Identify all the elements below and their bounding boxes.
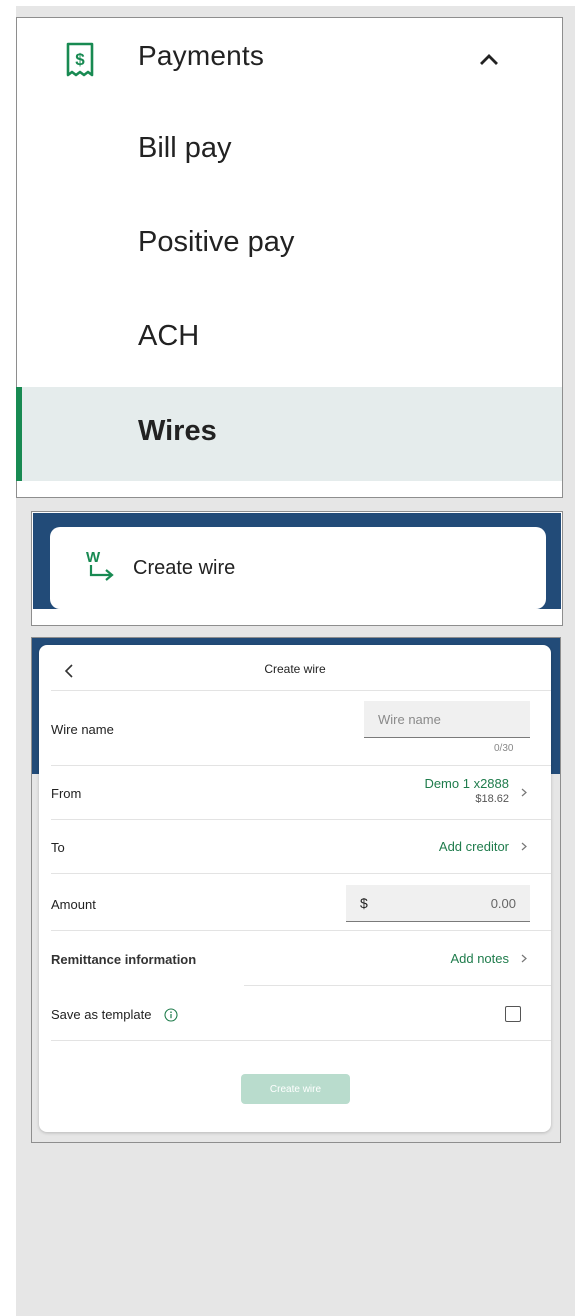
- save-template-label: Save as template: [51, 1007, 152, 1022]
- wire-name-input[interactable]: [364, 701, 530, 738]
- create-wire-form-panel: Create wire Wire name 0/30 From Demo 1 x…: [31, 637, 561, 1143]
- form-title: Create wire: [264, 662, 326, 676]
- wire-name-label: Wire name: [51, 722, 114, 737]
- create-wire-button[interactable]: Create wire: [241, 1074, 350, 1104]
- receipt-dollar-icon: $: [66, 42, 94, 77]
- from-label: From: [51, 786, 82, 801]
- add-creditor-text: Add creditor: [438, 839, 509, 854]
- amount-input[interactable]: $ 0.00: [346, 885, 530, 922]
- info-icon[interactable]: [164, 1008, 178, 1022]
- divider: [244, 985, 551, 986]
- chevron-right-icon: [521, 954, 527, 963]
- payments-section-header[interactable]: $ Payments: [17, 18, 562, 104]
- create-wire-tile-panel: W Create wire: [31, 511, 563, 626]
- nav-item-label: ACH: [138, 320, 200, 352]
- wire-name-counter: 0/30: [494, 743, 514, 754]
- create-wire-tile[interactable]: W Create wire: [50, 527, 546, 609]
- nav-item-wires[interactable]: Wires: [16, 387, 562, 481]
- nav-item-label: Bill pay: [138, 132, 232, 164]
- create-wire-form: Create wire Wire name 0/30 From Demo 1 x…: [39, 645, 551, 1132]
- amount-label: Amount: [51, 897, 96, 912]
- currency-symbol: $: [360, 895, 368, 911]
- divider: [51, 819, 551, 820]
- divider: [51, 765, 551, 766]
- chevron-right-icon: [521, 788, 527, 797]
- add-notes-text: Add notes: [450, 951, 509, 966]
- chevron-right-icon: [521, 842, 527, 851]
- nav-item-bill-pay[interactable]: Bill pay: [17, 104, 562, 198]
- payments-nav-panel: $ Payments Bill pay Positive pay ACH Wir…: [16, 17, 563, 498]
- amount-value: 0.00: [490, 896, 516, 911]
- divider: [51, 690, 551, 691]
- svg-text:$: $: [75, 50, 85, 69]
- nav-item-label: Positive pay: [138, 226, 295, 258]
- divider: [51, 873, 551, 874]
- to-label: To: [51, 840, 65, 855]
- svg-text:W: W: [86, 549, 101, 566]
- from-account-balance: $18.62: [475, 793, 509, 805]
- payments-title: Payments: [138, 40, 265, 71]
- create-wire-label: Create wire: [133, 557, 236, 579]
- save-template-checkbox[interactable]: [505, 1006, 521, 1022]
- nav-item-ach[interactable]: ACH: [17, 292, 562, 386]
- nav-item-label: Wires: [138, 415, 217, 447]
- chevron-up-icon[interactable]: [479, 52, 499, 66]
- active-indicator: [16, 387, 22, 481]
- divider: [51, 930, 551, 931]
- from-account-name: Demo 1 x2888: [424, 776, 509, 791]
- divider: [51, 1040, 551, 1041]
- remittance-label: Remittance information: [51, 952, 197, 967]
- wire-transfer-icon: W: [86, 549, 114, 581]
- nav-item-positive-pay[interactable]: Positive pay: [17, 198, 562, 292]
